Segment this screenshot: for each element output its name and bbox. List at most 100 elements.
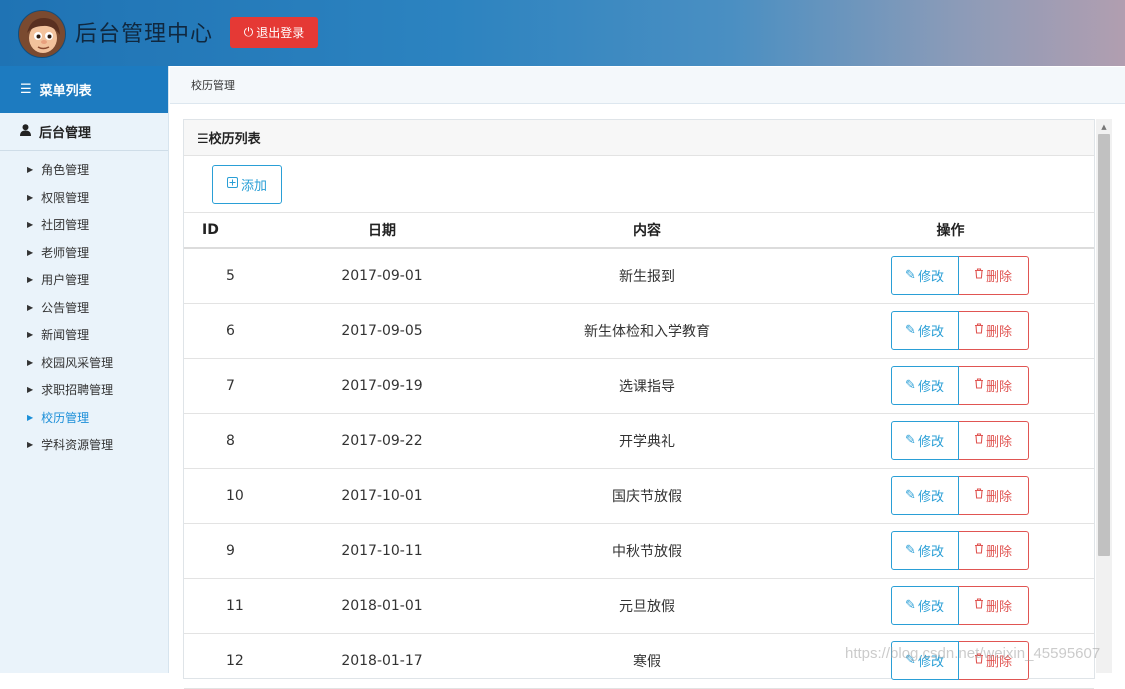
vertical-scrollbar[interactable]: ▲ bbox=[1096, 119, 1112, 673]
delete-button[interactable]: 删除 bbox=[958, 586, 1029, 625]
delete-button[interactable]: 删除 bbox=[958, 476, 1029, 515]
caret-right-icon: ▶ bbox=[27, 220, 34, 230]
sidebar-item-campus-style[interactable]: ▶ 校园风采管理 bbox=[0, 349, 168, 377]
edit-label: 修改 bbox=[917, 325, 944, 340]
delete-label: 删除 bbox=[985, 490, 1012, 505]
edit-button[interactable]: ✎ 修改 bbox=[890, 476, 959, 515]
delete-button[interactable]: 删除 bbox=[958, 256, 1029, 296]
sidebar-item-label: 校园风采管理 bbox=[41, 355, 114, 370]
delete-button[interactable]: 删除 bbox=[958, 366, 1029, 405]
edit-button[interactable]: ✎ 修改 bbox=[890, 256, 959, 296]
edit-button[interactable]: ✎ 修改 bbox=[890, 586, 959, 625]
trash-icon bbox=[974, 488, 984, 503]
edit-label: 修改 bbox=[917, 545, 944, 560]
sidebar-item-label: 用户管理 bbox=[41, 273, 90, 288]
action-group: ✎ 修改 删除 bbox=[808, 586, 1093, 625]
sidebar-item-label: 权限管理 bbox=[41, 190, 90, 205]
breadcrumb: 校历管理 bbox=[170, 67, 1125, 104]
edit-icon: ✎ bbox=[905, 268, 916, 284]
sidebar-item-user[interactable]: ▶ 用户管理 bbox=[0, 266, 168, 294]
sidebar-item-club[interactable]: ▶ 社团管理 bbox=[0, 211, 168, 239]
cell-content: 寒假 bbox=[487, 633, 807, 689]
sidebar-item-label: 老师管理 bbox=[41, 245, 90, 260]
trash-icon bbox=[974, 323, 984, 338]
cell-date: 2017-09-22 bbox=[277, 413, 487, 469]
edit-icon: ✎ bbox=[905, 488, 916, 503]
edit-label: 修改 bbox=[917, 435, 944, 450]
action-group: ✎ 修改 删除 bbox=[808, 366, 1093, 405]
sidebar-item-recruitment[interactable]: ▶ 求职招聘管理 bbox=[0, 376, 168, 404]
cell-actions: ✎ 修改 删除 bbox=[807, 578, 1094, 634]
cell-date: 2017-09-01 bbox=[277, 248, 487, 304]
column-header-actions: 操作 bbox=[807, 213, 1094, 249]
table-row: 6 2017-09-05 新生体检和入学教育 ✎ 修改 删除 bbox=[184, 303, 1094, 359]
table-row: 9 2017-10-11 中秋节放假 ✎ 修改 删除 bbox=[184, 523, 1094, 579]
edit-button[interactable]: ✎ 修改 bbox=[890, 531, 959, 570]
cell-content: 国庆节放假 bbox=[487, 468, 807, 524]
sidebar-item-label: 角色管理 bbox=[41, 163, 90, 178]
table-row: 8 2017-09-22 开学典礼 ✎ 修改 删除 bbox=[184, 413, 1094, 469]
table-row: 5 2017-09-01 新生报到 ✎ 修改 删除 bbox=[184, 248, 1094, 304]
action-group: ✎ 修改 删除 bbox=[808, 311, 1093, 350]
cell-actions: ✎ 修改 删除 bbox=[807, 248, 1094, 304]
cell-actions: ✎ 修改 删除 bbox=[807, 303, 1094, 359]
cell-actions: ✎ 修改 删除 bbox=[807, 413, 1094, 469]
cell-actions: ✎ 修改 删除 bbox=[807, 358, 1094, 414]
table-row: 11 2018-01-01 元旦放假 ✎ 修改 删除 bbox=[184, 578, 1094, 634]
trash-icon bbox=[974, 543, 984, 558]
edit-button[interactable]: ✎ 修改 bbox=[890, 366, 959, 405]
sidebar-item-role[interactable]: ▶ 角色管理 bbox=[0, 156, 168, 184]
action-group: ✎ 修改 删除 bbox=[808, 531, 1093, 570]
edit-icon: ✎ bbox=[905, 543, 916, 558]
edit-button[interactable]: ✎ 修改 bbox=[890, 311, 959, 350]
delete-label: 删除 bbox=[985, 325, 1012, 340]
edit-icon: ✎ bbox=[905, 378, 916, 393]
cell-id: 10 bbox=[184, 468, 277, 524]
edit-button[interactable]: ✎ 修改 bbox=[890, 421, 959, 460]
sidebar-item-notice[interactable]: ▶ 公告管理 bbox=[0, 294, 168, 322]
cell-content: 新生报到 bbox=[487, 248, 807, 304]
delete-label: 删除 bbox=[985, 600, 1012, 615]
cell-actions: ✎ 修改 删除 bbox=[807, 468, 1094, 524]
edit-label: 修改 bbox=[917, 600, 944, 615]
sidebar-item-calendar[interactable]: ▶ 校历管理 bbox=[0, 404, 168, 432]
add-label: 添加 bbox=[240, 179, 267, 194]
cell-id: 6 bbox=[184, 303, 277, 359]
cell-id: 8 bbox=[184, 413, 277, 469]
sidebar-item-news[interactable]: ▶ 新闻管理 bbox=[0, 321, 168, 349]
calendar-list-panel: ☰校历列表 添加 ID 日期 内容 操作 5 2017-09-01 新生报到 ✎ 修改删… bbox=[183, 119, 1095, 689]
edit-label: 修改 bbox=[917, 490, 944, 505]
delete-button[interactable]: 删除 bbox=[958, 421, 1029, 460]
cell-content: 新生体检和入学教育 bbox=[487, 303, 807, 359]
cell-id: 7 bbox=[184, 358, 277, 414]
sidebar-item-subject-resources[interactable]: ▶ 学科资源管理 bbox=[0, 431, 168, 459]
sidebar-item-label: 学科资源管理 bbox=[41, 438, 114, 453]
sidebar: ☰ 菜单列表 后台管理 ▶ 角色管理 ▶ 权限管理 ▶ 社团管理 ▶ 老师管理 ▶ 用户管… bbox=[0, 66, 169, 673]
cell-date: 2018-01-01 bbox=[277, 578, 487, 634]
plus-square-icon bbox=[226, 177, 238, 192]
caret-right-icon: ▶ bbox=[27, 440, 34, 450]
sidebar-item-permission[interactable]: ▶ 权限管理 bbox=[0, 184, 168, 212]
cell-id: 12 bbox=[184, 633, 277, 689]
caret-right-icon: ▶ bbox=[27, 247, 34, 257]
delete-label: 删除 bbox=[985, 270, 1012, 286]
scroll-up-arrow-icon[interactable]: ▲ bbox=[1096, 121, 1112, 133]
scroll-thumb[interactable] bbox=[1098, 134, 1110, 556]
action-group: ✎ 修改 删除 bbox=[808, 421, 1093, 460]
caret-right-icon: ▶ bbox=[27, 165, 34, 175]
sidebar-item-label: 校历管理 bbox=[41, 410, 90, 425]
logout-button[interactable]: ⏻ 退出登录 bbox=[230, 17, 318, 48]
cell-id: 9 bbox=[184, 523, 277, 579]
panel-title: ☰校历列表 bbox=[184, 120, 1094, 156]
column-header-date: 日期 bbox=[277, 213, 487, 249]
caret-right-icon: ▶ bbox=[27, 385, 34, 395]
delete-button[interactable]: 删除 bbox=[958, 531, 1029, 570]
cell-date: 2017-10-01 bbox=[277, 468, 487, 524]
edit-label: 修改 bbox=[917, 380, 944, 395]
delete-button[interactable]: 删除 bbox=[958, 311, 1029, 350]
calendar-table: ID 日期 内容 操作 5 2017-09-01 新生报到 ✎ 修改 删除 6 2017-09… bbox=[184, 213, 1094, 689]
add-button[interactable]: 添加 bbox=[212, 165, 282, 204]
app-title: 后台管理中心 bbox=[75, 22, 214, 47]
sidebar-item-teacher[interactable]: ▶ 老师管理 bbox=[0, 239, 168, 267]
admin-group-header[interactable]: 后台管理 bbox=[0, 113, 168, 151]
